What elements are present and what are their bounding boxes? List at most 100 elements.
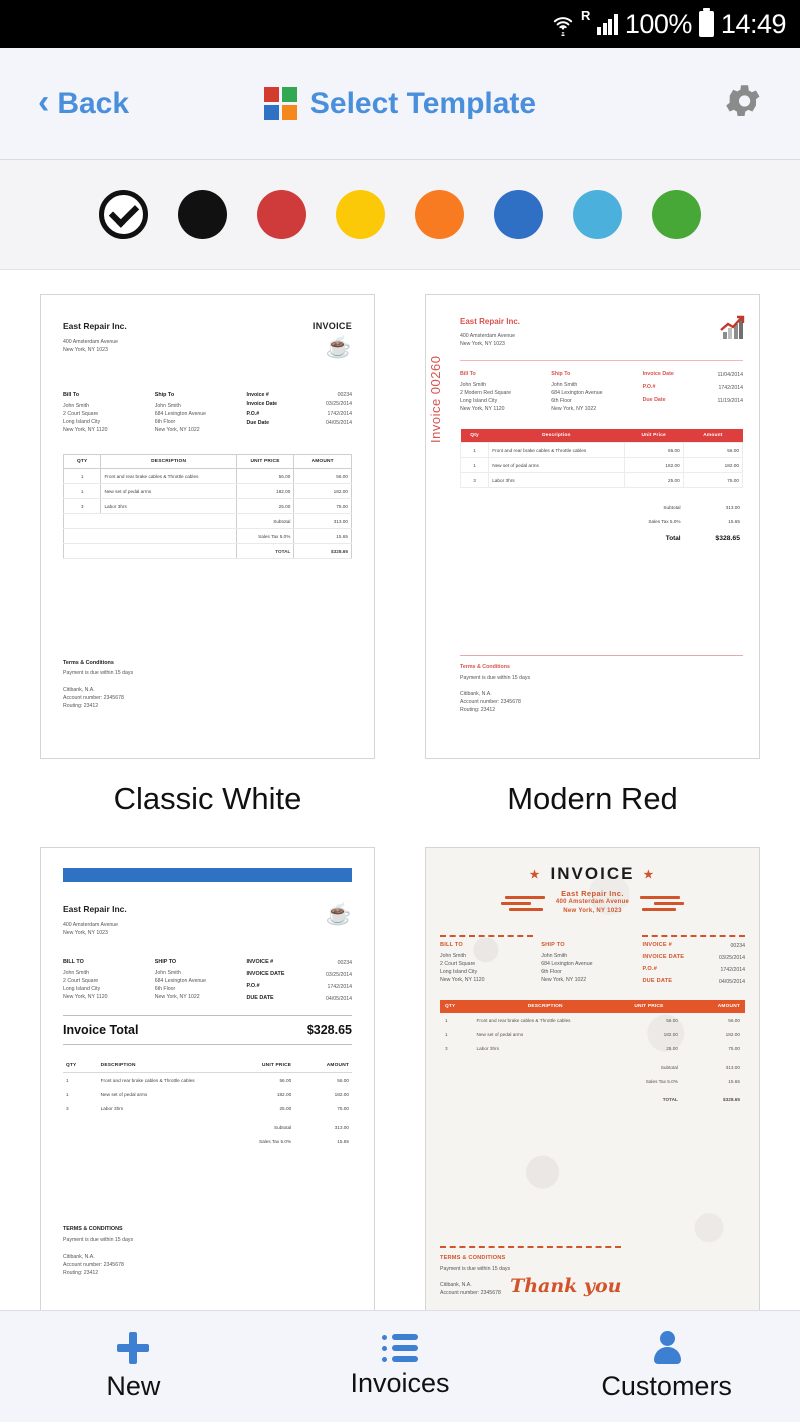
app-header: ‹ Back Select Template [0, 48, 800, 160]
nav-item-invoices[interactable]: Invoices [267, 1334, 534, 1399]
color-swatch-black[interactable] [178, 190, 227, 239]
color-swatch-yellow[interactable] [336, 190, 385, 239]
table-row: 1 Front and rear brake cables & Throttle… [62, 468, 352, 485]
cell-qty: 1 [459, 442, 490, 459]
ship-to-line: 684 Lexington Avenue [551, 390, 603, 397]
column-header-amount: AMOUNT [293, 454, 352, 470]
table-row: 3 Labor 3hrs 25.00 75.00 [459, 472, 744, 489]
color-swatch-red[interactable] [257, 190, 306, 239]
table-row: 1 Front and rear brake cables & Throttle… [63, 1073, 352, 1088]
list-icon [382, 1334, 418, 1362]
terms-block: Terms & Conditions Payment is due within… [63, 660, 133, 710]
cell-qty: 1 [62, 483, 102, 500]
company-address-line2: New York, NY 1023 [460, 341, 505, 348]
color-swatch-light-blue[interactable] [573, 190, 622, 239]
cell-unit-price: 182.00 [276, 1091, 292, 1097]
cell-amount: 56.00 [293, 468, 352, 485]
column-header-description: Description [488, 429, 625, 443]
table-row: 1 Front and rear brake cables & Throttle… [459, 442, 744, 459]
company-name: East Repair Inc. [460, 317, 521, 326]
nav-item-customers[interactable]: Customers [533, 1331, 800, 1402]
cell-unit-price: 25.00 [235, 498, 295, 515]
tax-label: Sales Tax 5.0% [258, 1139, 292, 1145]
column-header-qty: QTY [62, 454, 102, 470]
cell-qty: 1 [459, 457, 490, 474]
bill-to-line: John Smith [460, 382, 486, 389]
template-preview-blue-bar[interactable]: East Repair Inc. 400 Amsterdam Avenue Ne… [40, 847, 375, 1312]
color-swatch-orange[interactable] [415, 190, 464, 239]
back-button-label: Back [57, 86, 130, 120]
total-row: TOTAL $328.65 [440, 1089, 745, 1107]
terms-title: Terms & Conditions [63, 659, 114, 666]
template-card-classic-white[interactable]: East Repair Inc. 400 Amsterdam Avenue Ne… [30, 294, 385, 847]
bill-to-line: Long Island City [63, 419, 101, 426]
cell-unit-price: 56.00 [235, 468, 295, 485]
meta-value: 03/25/2014 [326, 972, 353, 979]
template-preview-classic-white[interactable]: East Repair Inc. 400 Amsterdam Avenue Ne… [40, 294, 375, 759]
table-row: 3 Labor 3hrs 25.00 75.00 [440, 1041, 745, 1055]
cell-unit-price: 182.00 [663, 1031, 678, 1037]
table-row: 1 Front and rear brake cables & Throttle… [440, 1013, 745, 1027]
back-button[interactable]: ‹ Back [38, 85, 130, 121]
status-bar: R 100% 14:49 [0, 0, 800, 48]
bill-to-line: New York, NY 1120 [440, 977, 485, 984]
gear-icon[interactable] [722, 80, 764, 127]
bill-to-label: Bill To [460, 371, 476, 378]
cell-unit-price: 56.00 [279, 1077, 292, 1083]
color-swatch-selected-check[interactable] [99, 190, 148, 239]
company-address-line1: 400 Amsterdam Avenue [63, 339, 118, 345]
subtotal-value: 313.00 [293, 513, 352, 530]
company-name: East Repair Inc. [561, 889, 624, 898]
cell-qty: 1 [66, 1077, 69, 1083]
totals-table: Subtotal 313.00 Sales Tax 5.0% 15.65 Tot… [460, 500, 743, 547]
color-swatch-blue[interactable] [494, 190, 543, 239]
ship-to-line: 6th Floor [154, 986, 176, 993]
bank-account: Account number: 2345678 [63, 694, 124, 701]
bill-to-label: BILL TO [63, 959, 84, 966]
template-card-blue-bar[interactable]: East Repair Inc. 400 Amsterdam Avenue Ne… [30, 847, 385, 1312]
nav-item-new[interactable]: New [0, 1331, 267, 1402]
bank-account: Account number: 2345678 [440, 1289, 501, 1296]
bottom-navigation: New Invoices Customers [0, 1310, 800, 1422]
ship-to-line: 6th Floor [154, 419, 176, 426]
tax-row: Sales Tax 5.0% 15.65 [440, 1075, 745, 1089]
wing-right-icon [638, 893, 685, 913]
terms-block: TERMS & CONDITIONS Payment is due within… [63, 1226, 133, 1277]
wing-left-icon [500, 893, 547, 913]
template-name-label: Classic White [113, 781, 302, 816]
ship-to-line: John Smith [551, 382, 578, 389]
company-address-line2: New York, NY 1023 [563, 908, 622, 914]
cell-amount: 75.00 [337, 1105, 349, 1111]
ship-to-line: New York, NY 1022 [541, 977, 587, 984]
nav-label-customers: Customers [601, 1371, 732, 1401]
template-card-modern-red[interactable]: Invoice 00260 East Repair Inc. 400 Amste… [415, 294, 770, 847]
accent-bar [63, 868, 352, 882]
coffee-cup-icon: ☕ [325, 336, 352, 359]
template-preview-vintage-orange[interactable]: ★ INVOICE ★ East Repair Inc. 400 Amsterd… [425, 847, 760, 1312]
template-preview-modern-red[interactable]: Invoice 00260 East Repair Inc. 400 Amste… [425, 294, 760, 759]
meta-value: 1742/2014 [327, 410, 353, 417]
bank-name: Citibank, N.A. [460, 690, 492, 697]
template-card-vintage-orange[interactable]: ★ INVOICE ★ East Repair Inc. 400 Amsterd… [415, 847, 770, 1312]
meta-label: P.O.# [246, 983, 260, 990]
color-picker-bar [0, 160, 800, 270]
total-row: TOTAL $328.65 [63, 543, 352, 560]
company-name: East Repair Inc. [63, 321, 127, 331]
table-header-row: QTY DESCRIPTION UNIT PRICE AMOUNT [62, 454, 352, 470]
bill-to-label: Bill To [63, 392, 80, 398]
terms-title: TERMS & CONDITIONS [440, 1254, 506, 1261]
table-row: 1 New set of pedal arms 182.00 182.00 [440, 1027, 745, 1041]
meta-label: Invoice # [246, 392, 269, 398]
color-swatch-green[interactable] [652, 190, 701, 239]
bill-to-line: Long Island City [460, 398, 498, 405]
bill-to-line: 2 Modern Red Square [460, 390, 512, 397]
meta-label: Due Date [642, 397, 666, 404]
page-title-label: Select Template [309, 86, 537, 120]
ship-to-line: 6th Floor [541, 969, 562, 976]
bank-routing: Routing: 23412 [63, 702, 99, 709]
subtotal-row: Subtotal 313.00 [460, 500, 743, 514]
cell-qty: 3 [459, 472, 490, 489]
subtotal-label: Subtotal [660, 1065, 678, 1071]
cell-qty: 1 [62, 468, 102, 485]
star-icon: ★ [643, 868, 656, 881]
